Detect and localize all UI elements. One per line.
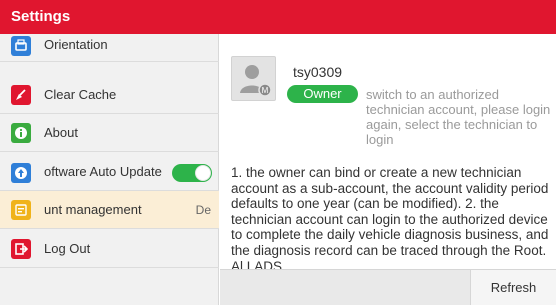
auto-update-toggle[interactable] [172, 164, 212, 182]
user-avatar-icon: M [240, 65, 272, 97]
sidebar-item-label: unt management [44, 202, 142, 217]
account-description: 1. the owner can bind or create a new te… [231, 165, 549, 269]
refresh-button[interactable]: Refresh [470, 270, 556, 305]
page-title: Settings [11, 8, 71, 25]
sidebar-item-about[interactable]: About [0, 114, 219, 152]
sidebar: Orientation Clear Cache About oftware Au… [0, 34, 219, 305]
sidebar-item-orientation[interactable]: Orientation [0, 24, 219, 62]
toggle-knob [195, 165, 211, 181]
sidebar-item-label: oftware Auto Update [44, 164, 162, 179]
sidebar-item-label: About [44, 125, 78, 140]
avatar: M [231, 56, 276, 101]
role-hint: switch to an authorized technician accou… [366, 87, 551, 147]
role-badge: Owner [287, 85, 358, 103]
sidebar-item-label: Log Out [44, 241, 91, 256]
orientation-icon [11, 36, 31, 56]
username: tsy0309 [293, 64, 343, 80]
account-panel: M tsy0309 Owner switch to an authorized … [220, 34, 556, 269]
account-icon [11, 200, 31, 220]
update-icon [11, 163, 31, 183]
sidebar-item-account-management[interactable]: unt management De [0, 191, 219, 229]
broom-icon [11, 85, 31, 105]
info-icon [11, 123, 31, 143]
footer-bar: Refresh [220, 269, 556, 305]
sidebar-item-log-out[interactable]: Log Out [0, 230, 219, 268]
svg-text:M: M [262, 86, 269, 95]
sidebar-item-label: Orientation [44, 37, 108, 52]
logout-icon [11, 239, 31, 259]
sidebar-item-trailing: De [195, 203, 211, 217]
sidebar-item-auto-update[interactable]: oftware Auto Update [0, 152, 219, 191]
sidebar-item-label: Clear Cache [44, 87, 117, 102]
sidebar-item-clear-cache[interactable]: Clear Cache [0, 76, 219, 114]
